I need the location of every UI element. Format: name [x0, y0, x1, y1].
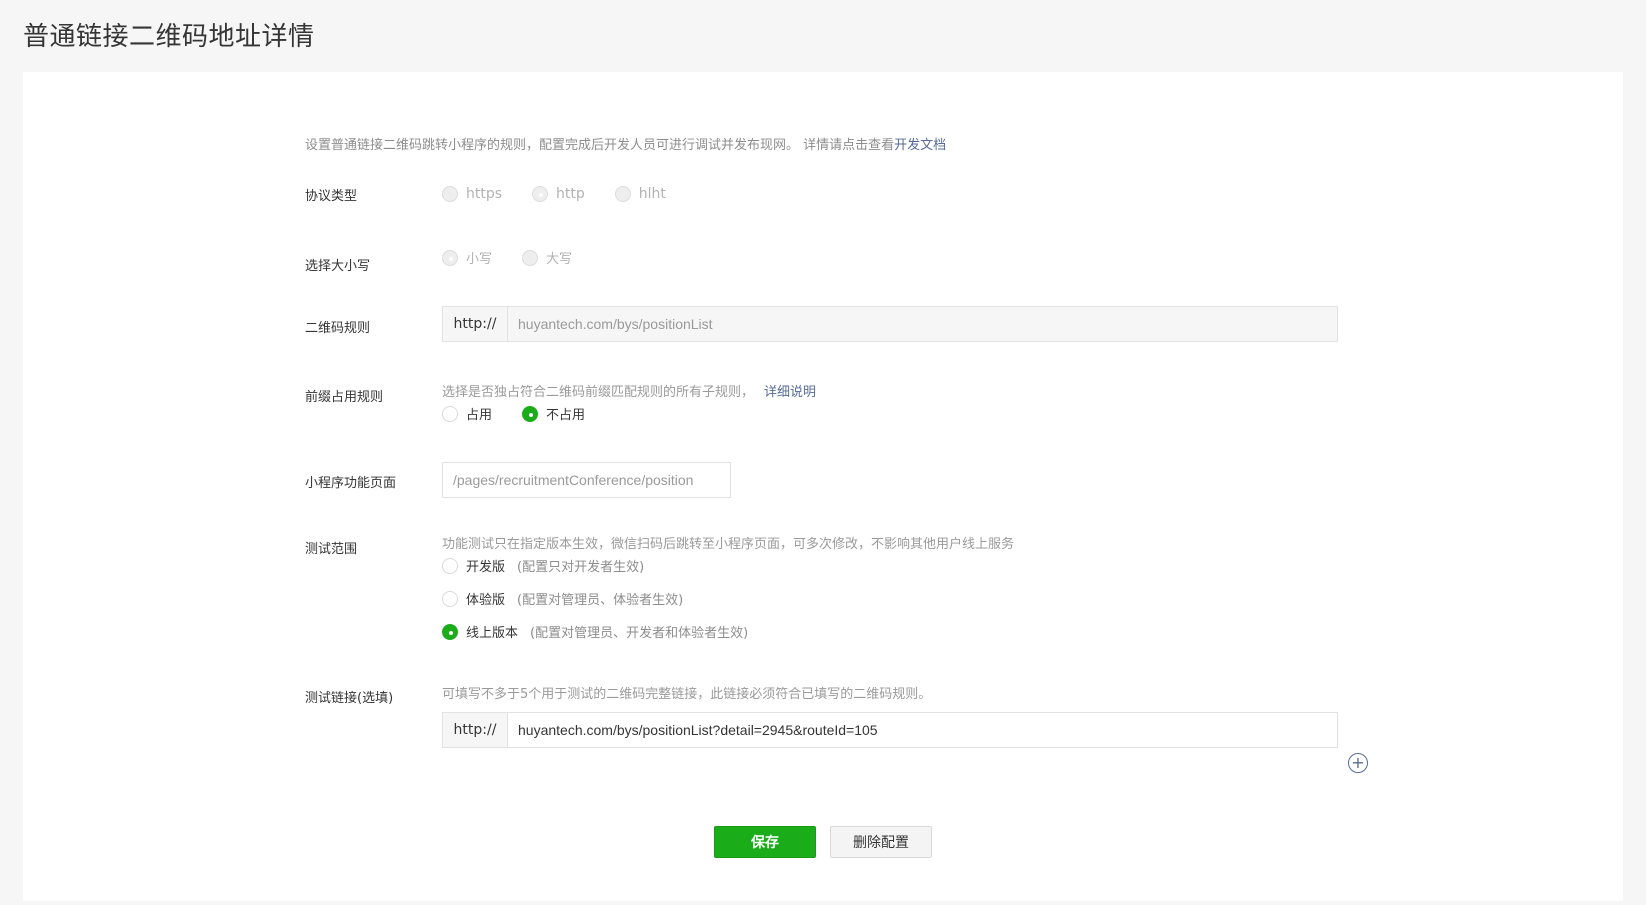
radio-unchecked-icon	[442, 557, 458, 574]
scope-option-trial[interactable]: 体验版 (配置对管理员、体验者生效)	[442, 589, 748, 608]
scope-option-dev[interactable]: 开发版 (配置只对开发者生效)	[442, 556, 748, 575]
prefix-rule-label: 前缀占用规则	[305, 390, 384, 405]
protocol-label: 协议类型	[305, 189, 358, 204]
protocol-option-label: http	[556, 186, 585, 202]
scope-option-online[interactable]: 线上版本 (配置对管理员、开发者和体验者生效)	[442, 622, 748, 641]
radio-checked-icon	[522, 405, 539, 422]
scope-option-label: 开发版	[466, 560, 506, 575]
prefix-option-occupy[interactable]: 占用	[442, 404, 492, 423]
test-link-input-group: http://	[442, 712, 1338, 748]
prefix-option-label: 不占用	[546, 408, 586, 423]
mini-page-label: 小程序功能页面	[305, 476, 397, 491]
plus-circle-icon[interactable]: +	[1348, 753, 1368, 773]
radio-unchecked-icon	[442, 186, 458, 202]
test-link-label: 测试链接(选填)	[305, 691, 394, 706]
mini-page-input[interactable]	[442, 462, 731, 498]
prefix-rule-detail-link[interactable]: 详细说明	[764, 385, 816, 400]
test-scope-label: 测试范围	[305, 542, 358, 557]
qr-rule-input[interactable]	[508, 307, 1337, 341]
radio-checked-icon	[442, 249, 458, 266]
page-title: 普通链接二维码地址详情	[23, 22, 315, 52]
case-option-lower[interactable]: 小写	[442, 248, 492, 267]
intro-text: 设置普通链接二维码跳转小程序的规则，配置完成后开发人员可进行调试并发布现网。 详…	[305, 134, 946, 153]
case-radio-group: 小写 大写	[442, 248, 602, 267]
radio-unchecked-icon	[442, 590, 458, 607]
protocol-option-label: hlht	[638, 186, 666, 202]
radio-unchecked-icon	[522, 249, 539, 266]
protocol-option-label: https	[466, 186, 503, 202]
prefix-option-not-occupy[interactable]: 不占用	[522, 404, 585, 423]
protocol-option-http[interactable]: http	[532, 186, 585, 202]
radio-checked-icon	[442, 623, 458, 640]
radio-checked-icon	[532, 186, 549, 202]
save-button[interactable]: 保存	[714, 826, 816, 858]
case-option-label: 小写	[466, 252, 493, 267]
scope-option-note: (配置对管理员、开发者和体验者生效)	[530, 626, 749, 641]
test-link-hint: 可填写不多于5个用于测试的二维码完整链接，此链接必须符合已填写的二维码规则。	[442, 687, 932, 702]
prefix-rule-radio-group: 占用 不占用	[442, 404, 615, 423]
qr-rule-prefix: http://	[443, 307, 508, 341]
config-panel: 设置普通链接二维码跳转小程序的规则，配置完成后开发人员可进行调试并发布现网。 详…	[23, 72, 1623, 901]
prefix-option-label: 占用	[466, 408, 493, 423]
qr-rule-label: 二维码规则	[305, 321, 371, 336]
test-link-input[interactable]	[508, 713, 1337, 747]
prefix-rule-hint: 选择是否独占符合二维码前缀匹配规则的所有子规则， 详细说明	[442, 381, 816, 400]
case-label: 选择大小写	[305, 259, 371, 274]
case-option-label: 大写	[546, 252, 573, 267]
radio-unchecked-icon	[442, 405, 458, 422]
scope-option-label: 体验版	[466, 593, 506, 608]
test-scope-hint: 功能测试只在指定版本生效，微信扫码后跳转至小程序页面，可多次修改，不影响其他用户…	[442, 537, 1015, 552]
protocol-radio-group: https http hlht	[442, 186, 696, 202]
dev-docs-link[interactable]: 开发文档	[894, 138, 946, 153]
test-scope-radio-group: 开发版 (配置只对开发者生效) 体验版 (配置对管理员、体验者生效) 线上版本 …	[442, 556, 778, 655]
radio-unchecked-icon	[614, 186, 631, 202]
delete-config-button[interactable]: 删除配置	[830, 826, 932, 858]
protocol-option-https[interactable]: https	[442, 186, 502, 202]
intro-description: 设置普通链接二维码跳转小程序的规则，配置完成后开发人员可进行调试并发布现网。 详…	[305, 138, 895, 153]
scope-option-note: (配置只对开发者生效)	[517, 560, 645, 575]
protocol-option-hlht[interactable]: hlht	[614, 186, 666, 202]
prefix-rule-hint-text: 选择是否独占符合二维码前缀匹配规则的所有子规则，	[442, 385, 755, 400]
qr-rule-input-group: http://	[442, 306, 1338, 342]
scope-option-note: (配置对管理员、体验者生效)	[517, 593, 684, 608]
case-option-upper[interactable]: 大写	[522, 248, 572, 267]
test-link-prefix: http://	[443, 713, 508, 747]
scope-option-label: 线上版本	[466, 626, 519, 641]
